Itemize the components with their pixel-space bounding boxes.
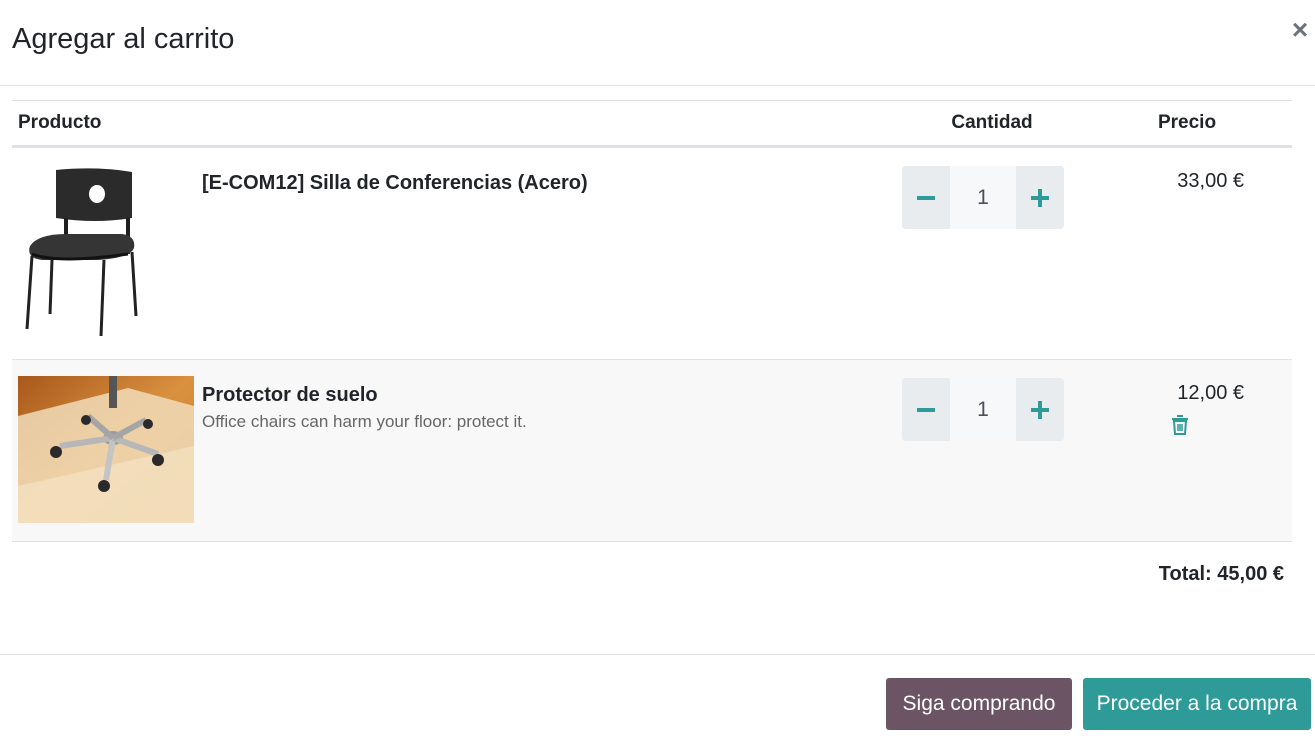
- table-row: Protector de suelo Office chairs can har…: [12, 359, 1293, 542]
- table-header-row: Producto Cantidad Precio: [12, 100, 1293, 148]
- floor-protector-image: [18, 376, 194, 523]
- plus-icon: [1031, 188, 1050, 207]
- price-cell: 33,00 €: [1082, 146, 1293, 360]
- product-info: [E-COM12] Silla de Conferencias (Acero): [202, 146, 903, 360]
- minus-icon: [917, 407, 936, 412]
- header-quantity: Cantidad: [902, 100, 1083, 148]
- price-cell: 12,00 €: [1082, 359, 1293, 542]
- product-name[interactable]: [E-COM12] Silla de Conferencias (Acero): [202, 170, 902, 196]
- continue-shopping-button[interactable]: Siga comprando: [886, 678, 1072, 730]
- plus-icon: [1031, 400, 1050, 419]
- minus-button[interactable]: [902, 166, 951, 229]
- close-icon[interactable]: ×: [1287, 14, 1313, 46]
- trash-icon[interactable]: [1171, 415, 1189, 435]
- quantity-stepper: 1: [902, 378, 1065, 441]
- dialog-header: Agregar al carrito ×: [0, 0, 1315, 86]
- quantity-input[interactable]: 1: [950, 166, 1017, 229]
- product-price: 33,00 €: [1177, 170, 1245, 192]
- product-description: Office chairs can harm your floor: prote…: [202, 412, 527, 431]
- plus-button[interactable]: [1016, 166, 1065, 229]
- dialog-title: Agregar al carrito: [12, 23, 235, 55]
- cart-total: Total: 45,00 €: [1158, 563, 1284, 585]
- cart-table: Producto Cantidad Precio [E-COM12] Silla…: [12, 100, 1293, 542]
- quantity-cell: 1: [902, 359, 1083, 542]
- product-info: Protector de suelo Office chairs can har…: [202, 359, 903, 542]
- plus-button[interactable]: [1016, 378, 1065, 441]
- quantity-input[interactable]: 1: [950, 378, 1017, 441]
- minus-icon: [917, 195, 936, 200]
- product-name[interactable]: Protector de suelo: [202, 382, 902, 408]
- header-price: Precio: [1082, 100, 1293, 148]
- minus-button[interactable]: [902, 378, 951, 441]
- table-row: [E-COM12] Silla de Conferencias (Acero) …: [12, 146, 1293, 360]
- quantity-cell: 1: [902, 146, 1083, 360]
- product-image-cell: [12, 146, 202, 360]
- header-product: Producto: [12, 100, 903, 148]
- product-image-cell: [12, 359, 202, 542]
- dialog-footer: Siga comprando Proceder a la compra: [0, 654, 1315, 741]
- product-price: 12,00 €: [1177, 382, 1245, 404]
- quantity-stepper: 1: [902, 166, 1065, 229]
- proceed-checkout-button[interactable]: Proceder a la compra: [1083, 678, 1311, 730]
- chair-image: [25, 168, 138, 337]
